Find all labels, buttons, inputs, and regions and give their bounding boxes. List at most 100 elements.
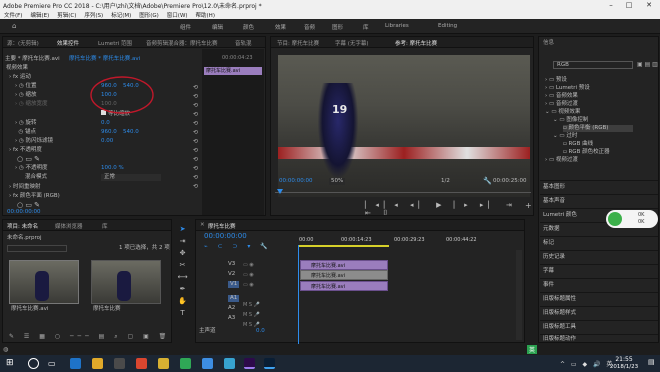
panel-legacy-title-tools[interactable]: 旧版标题工具	[540, 320, 658, 333]
maximize-icon[interactable]: □	[620, 0, 638, 10]
mask-tools-2[interactable]: ○ ▭ ✎	[17, 202, 40, 209]
clock-date[interactable]: 2018/1/23	[603, 364, 645, 370]
workspace-tab[interactable]: Libraries	[385, 23, 409, 29]
tree-item[interactable]: › ▭ 视频过渡	[545, 157, 578, 164]
motion-toggle[interactable]: › fx 运动	[9, 74, 31, 81]
tree-item[interactable]: › ▭ 音频过渡	[545, 101, 578, 108]
panel-legacy-title-styles[interactable]: 旧版标题样式	[540, 306, 658, 319]
app-green-icon[interactable]	[180, 358, 191, 369]
project-search-input[interactable]	[7, 245, 67, 252]
close-icon[interactable]: ✕	[640, 0, 658, 10]
workspace-tab[interactable]: 音频	[304, 23, 315, 31]
work-area-bar[interactable]	[299, 245, 389, 247]
office-icon[interactable]	[136, 358, 147, 369]
panel-legacy-title-actions[interactable]: 旧版标题动作	[540, 334, 658, 343]
ripple-edit-icon[interactable]: ✥	[175, 247, 190, 259]
tree-item[interactable]: ▫ RGB 曲线	[563, 141, 593, 148]
tab-audio-track[interactable]: 音轨混	[235, 39, 252, 47]
track-label[interactable]: A3	[228, 315, 235, 322]
close-icon[interactable]: ✕	[200, 222, 205, 228]
ec-sequence-clip[interactable]: 摩托车比赛 * 摩托车比赛.avi	[69, 56, 140, 63]
playhead-icon[interactable]	[277, 189, 283, 194]
anchor-y[interactable]: 540.0	[123, 129, 139, 136]
tree-item[interactable]: ⌄ ▭ 过时	[553, 133, 577, 140]
premiere-icon[interactable]	[244, 358, 255, 369]
opacity-toggle[interactable]: › fx 不透明度	[9, 147, 42, 154]
menu-sequence[interactable]: 序列(S)	[80, 11, 107, 19]
track-label[interactable]: A2	[228, 305, 235, 312]
selection-tool-icon[interactable]: ➤	[175, 223, 190, 235]
program-scrubber[interactable]	[275, 192, 531, 193]
panel-legacy-title-properties[interactable]: 旧版标题属性	[540, 292, 658, 305]
menu-clip[interactable]: 剪辑(C)	[53, 11, 80, 19]
panel-captions[interactable]: 字幕	[540, 264, 658, 277]
panel-events[interactable]: 事件	[540, 278, 658, 291]
app-blue-icon[interactable]	[202, 358, 213, 369]
tab-program[interactable]: 节目: 摩托车比赛	[277, 39, 319, 47]
thumbnail-sequence[interactable]	[91, 260, 161, 304]
flicker-value[interactable]: 0.00	[101, 138, 113, 145]
menu-edit[interactable]: 编辑(E)	[26, 11, 53, 19]
resolution-select[interactable]: 1/2	[441, 178, 450, 185]
cortana-icon[interactable]	[28, 358, 39, 369]
video-plane-row[interactable]: › fx 颜色平面 (RGB)	[9, 193, 60, 200]
panel-essential-graphics[interactable]: 基本图形	[540, 180, 658, 193]
panel-essential-sound[interactable]: 基本声音	[540, 194, 658, 207]
track-label[interactable]: V1	[228, 281, 240, 288]
store-icon[interactable]	[114, 358, 125, 369]
track-label[interactable]: V2	[228, 271, 235, 278]
track-label[interactable]: V3	[228, 261, 235, 268]
razor-icon[interactable]: ✂	[175, 259, 190, 271]
menu-window[interactable]: 窗口(W)	[163, 11, 192, 19]
ec-mini-timeline[interactable]: 摩托车比赛.avi 00:00:04:23	[202, 49, 264, 215]
wrench-icon[interactable]: 🔧	[483, 178, 492, 185]
workspace-tab[interactable]: 编辑	[212, 23, 223, 31]
timeline-scrollbar[interactable]	[516, 250, 522, 340]
track-controls[interactable]: ▭ ◉ ▭ ◉ ▭ ◉ M S 🎤 M S 🎤 M S 🎤	[243, 260, 260, 330]
tree-item[interactable]: ⌄ ▭ 视频效果	[545, 109, 580, 116]
opacity-value[interactable]: 100.0 %	[101, 165, 124, 172]
ec-master-clip[interactable]: 主要 * 摩托车比赛.avi	[5, 56, 60, 63]
workspace-tab[interactable]: 组件	[180, 23, 191, 31]
track-label[interactable]: A1	[228, 295, 240, 302]
edge-icon[interactable]	[70, 358, 81, 369]
tree-item-selected[interactable]: ▫ 颜色平衡 (RGB)	[563, 125, 633, 132]
timeline-playhead[interactable]	[298, 245, 299, 344]
video-clip[interactable]: 摩托车比赛.avi	[300, 260, 388, 270]
track-select-icon[interactable]: ⇥	[175, 235, 190, 247]
add-button-icon[interactable]: +	[525, 201, 532, 210]
tab-audio-mixer[interactable]: 音频剪辑混合器：摩托车比赛	[146, 39, 218, 47]
panel-history[interactable]: 历史记录	[540, 250, 658, 263]
chrome-icon[interactable]	[158, 358, 169, 369]
windows-start-icon[interactable]: ⊞	[6, 358, 17, 369]
file-explorer-icon[interactable]	[92, 358, 103, 369]
workspace-tab[interactable]: 效果	[275, 23, 286, 31]
panel-markers[interactable]: 标记	[540, 236, 658, 249]
clock-time[interactable]: 21:55	[612, 356, 636, 363]
workspace-tab[interactable]: 颜色	[243, 23, 254, 31]
filter-icons[interactable]: ▣ ▤ ▥	[637, 61, 658, 68]
tree-item[interactable]: › ▭ 预设	[545, 77, 567, 84]
audio-clip[interactable]: 摩托车比赛.avi	[300, 281, 388, 291]
pen-icon[interactable]: ✒	[175, 283, 190, 295]
menu-marker[interactable]: 标记(M)	[107, 11, 135, 19]
rotation-value[interactable]: 0.0	[101, 120, 110, 127]
menu-graphics[interactable]: 图形(G)	[135, 11, 163, 19]
workspace-tab[interactable]: 库	[363, 23, 369, 31]
workspace-tab[interactable]: Editing	[438, 23, 457, 29]
thumbnail-clip[interactable]	[9, 260, 79, 304]
network-speed-widget[interactable]: 0K 0K	[606, 210, 658, 228]
notification-icon[interactable]: ▤	[648, 358, 655, 366]
tab-sequence[interactable]: 摩托车比赛	[208, 222, 236, 230]
ime-indicator[interactable]: 英	[527, 345, 538, 354]
tree-item[interactable]: ▫ RGB 颜色校正器	[563, 149, 610, 156]
blend-mode-select[interactable]: 正常	[101, 174, 161, 181]
anchor-x[interactable]: 960.0	[101, 129, 117, 136]
program-video-frame[interactable]: 19	[278, 55, 530, 197]
timeline-timecode[interactable]: 00:00:00:00	[204, 233, 247, 240]
tab-reference[interactable]: 参考: 摩托车比赛	[395, 39, 437, 47]
program-timecode[interactable]: 00:00:00:00	[279, 178, 313, 185]
tab-project[interactable]: 项目: 未命名	[7, 222, 38, 230]
photoshop-icon[interactable]	[264, 358, 275, 369]
tab-captions[interactable]: 字幕 (无字幕)	[335, 39, 369, 47]
